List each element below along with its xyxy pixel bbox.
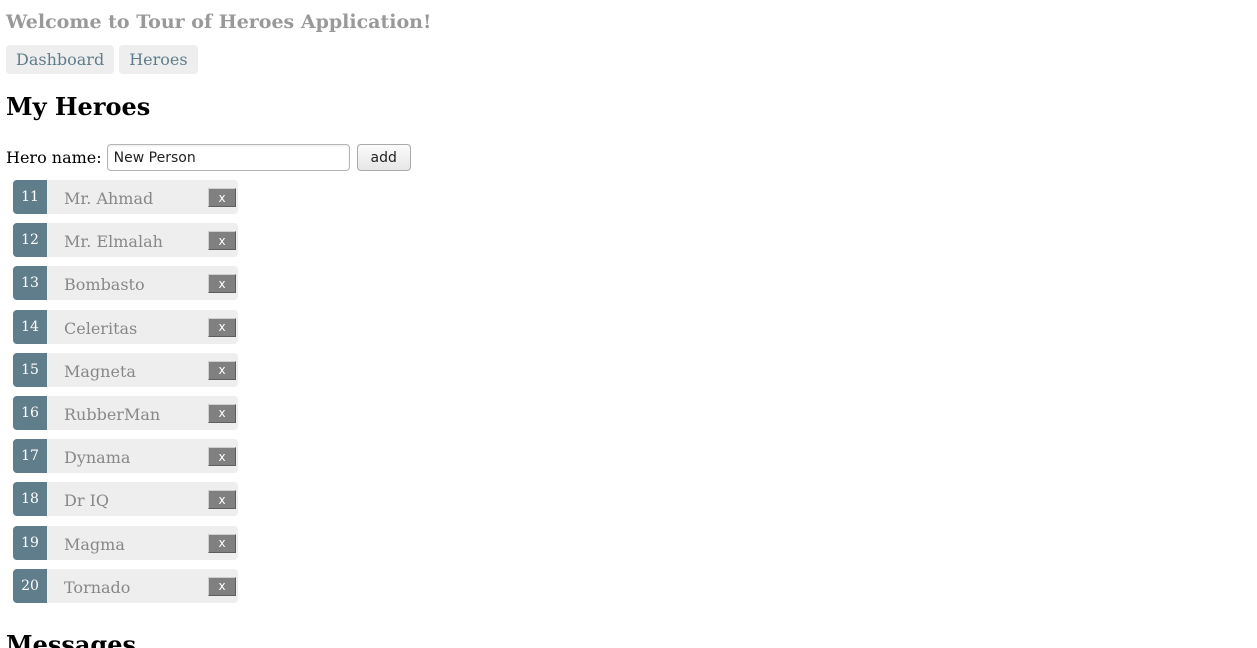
nav-link-heroes[interactable]: Heroes [119,45,198,74]
hero-id-badge: 11 [13,180,47,214]
hero-name-link[interactable]: Mr. Elmalah [64,232,163,251]
hero-list-item[interactable]: 17 Dynama x [13,439,238,474]
hero-name-input[interactable] [106,144,350,171]
hero-list-item[interactable]: 19 Magma x [13,525,238,560]
hero-list-item[interactable]: 14 Celeritas x [13,309,238,344]
delete-hero-button[interactable]: x [208,576,236,596]
hero-name-link[interactable]: Magma [64,535,125,554]
hero-name-link[interactable]: Bombasto [64,275,145,294]
hero-list-item[interactable]: 18 Dr IQ x [13,482,238,517]
hero-name-link[interactable]: Dr IQ [64,491,109,510]
app-title: Welcome to Tour of Heroes Application! [6,11,432,33]
hero-name-link[interactable]: Tornado [64,578,130,597]
hero-name-link[interactable]: Dynama [64,448,130,467]
delete-hero-button[interactable]: x [208,490,236,510]
hero-id-badge: 14 [13,309,47,344]
hero-id-badge: 20 [13,568,47,603]
hero-list-item[interactable]: 15 Magneta x [13,352,238,387]
add-hero-form: Hero name: add [6,144,411,171]
hero-list-item[interactable]: 13 Bombasto x [13,266,238,301]
add-button[interactable]: add [356,144,411,171]
hero-id-badge: 15 [13,352,47,387]
hero-list: 11 Mr. Ahmad x 12 Mr. Elmalah x 13 Bomba… [13,180,238,612]
hero-id-badge: 12 [13,223,47,258]
delete-hero-button[interactable]: x [208,360,236,380]
hero-name-link[interactable]: Celeritas [64,319,137,338]
page-title: My Heroes [6,92,151,121]
delete-hero-button[interactable]: x [208,403,236,423]
delete-hero-button[interactable]: x [208,447,236,467]
hero-name-link[interactable]: RubberMan [64,405,160,424]
hero-name-link[interactable]: Mr. Ahmad [64,189,153,208]
hero-name-label: Hero name: [6,148,102,167]
messages-heading: Messages [6,630,136,648]
hero-id-badge: 19 [13,525,47,560]
hero-id-badge: 18 [13,482,47,517]
delete-hero-button[interactable]: x [208,317,236,337]
hero-list-item[interactable]: 11 Mr. Ahmad x [13,180,238,214]
nav-link-dashboard[interactable]: Dashboard [6,45,115,74]
delete-hero-button[interactable]: x [208,274,236,294]
delete-hero-button[interactable]: x [208,188,236,207]
delete-hero-button[interactable]: x [208,231,236,251]
main-nav: Dashboard Heroes [6,45,198,74]
hero-id-badge: 16 [13,395,47,430]
hero-list-item[interactable]: 12 Mr. Elmalah x [13,223,238,258]
hero-list-item[interactable]: 20 Tornado x [13,568,238,603]
hero-name-link[interactable]: Magneta [64,362,136,381]
delete-hero-button[interactable]: x [208,533,236,553]
hero-id-badge: 13 [13,266,47,301]
hero-id-badge: 17 [13,439,47,474]
hero-list-item[interactable]: 16 RubberMan x [13,395,238,430]
